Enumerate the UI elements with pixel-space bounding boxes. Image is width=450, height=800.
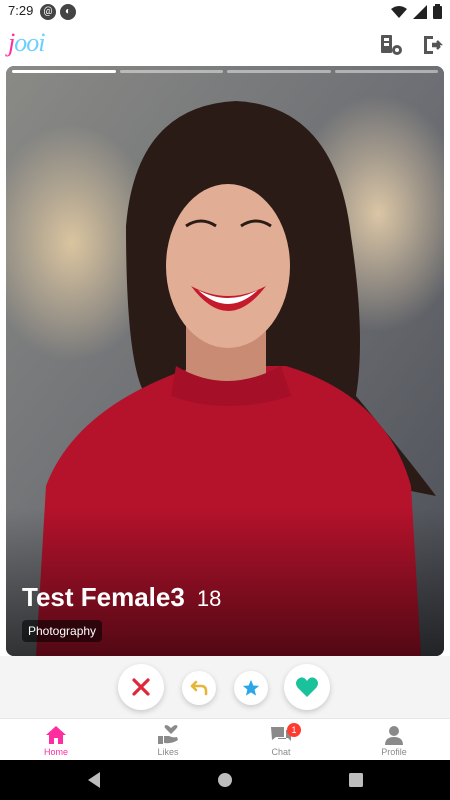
action-row [0,656,450,718]
profile-photo [6,66,444,656]
status-time: 7:29 [8,3,34,18]
battery-icon [433,4,442,19]
nav-chat-label: Chat [271,747,291,757]
app-logo[interactable]: jooi [8,28,45,58]
back-icon[interactable] [86,771,102,789]
nav-profile-label: Profile [381,747,407,757]
photo-progress-segment [12,70,116,73]
chat-badge: 1 [287,723,301,737]
dislike-icon [132,678,150,696]
profile-name: Test Female3 [22,582,185,612]
dislike-button[interactable] [118,664,164,710]
nav-chat[interactable]: 1 Chat [225,719,337,761]
nav-home-label: Home [43,747,68,757]
logo-letters: ooi [14,28,45,57]
bottom-nav: Home Likes 1 Chat Profile [0,718,450,761]
cast-icon: ◐ [60,4,76,20]
photo-progress [12,70,438,73]
filter-settings-icon[interactable] [378,32,404,58]
nav-home[interactable]: Home [0,719,112,761]
photo-progress-segment [334,70,438,73]
profile-age: 18 [196,586,222,611]
wifi-icon [391,5,407,18]
superlike-icon [242,679,260,696]
home-icon[interactable] [217,771,233,789]
rewind-button[interactable] [182,671,216,705]
like-icon [296,677,318,697]
at-icon: @ [40,4,56,20]
nav-profile[interactable]: Profile [338,719,450,761]
signal-icon [413,4,427,19]
superlike-button[interactable] [234,671,268,705]
system-nav [0,760,450,800]
recents-icon[interactable] [348,771,364,789]
photo-progress-segment [227,70,331,73]
status-bar: 7:29 @ ◐ [0,0,450,24]
profile-icon [385,726,403,745]
like-button[interactable] [284,664,330,710]
nav-likes-label: Likes [157,747,179,757]
rewind-icon [190,680,208,696]
home-icon [46,726,66,744]
interest-tag: Photography [22,620,103,642]
profile-name-line: Test Female3 18 [22,582,221,613]
profile-card[interactable]: Test Female3 18 Photography [6,66,444,656]
logout-icon[interactable] [420,32,446,58]
photo-progress-segment [119,70,223,73]
nav-likes[interactable]: Likes [112,719,224,761]
likes-icon [158,725,178,744]
status-right-icons [391,4,442,19]
app-bar: jooi [0,24,450,66]
